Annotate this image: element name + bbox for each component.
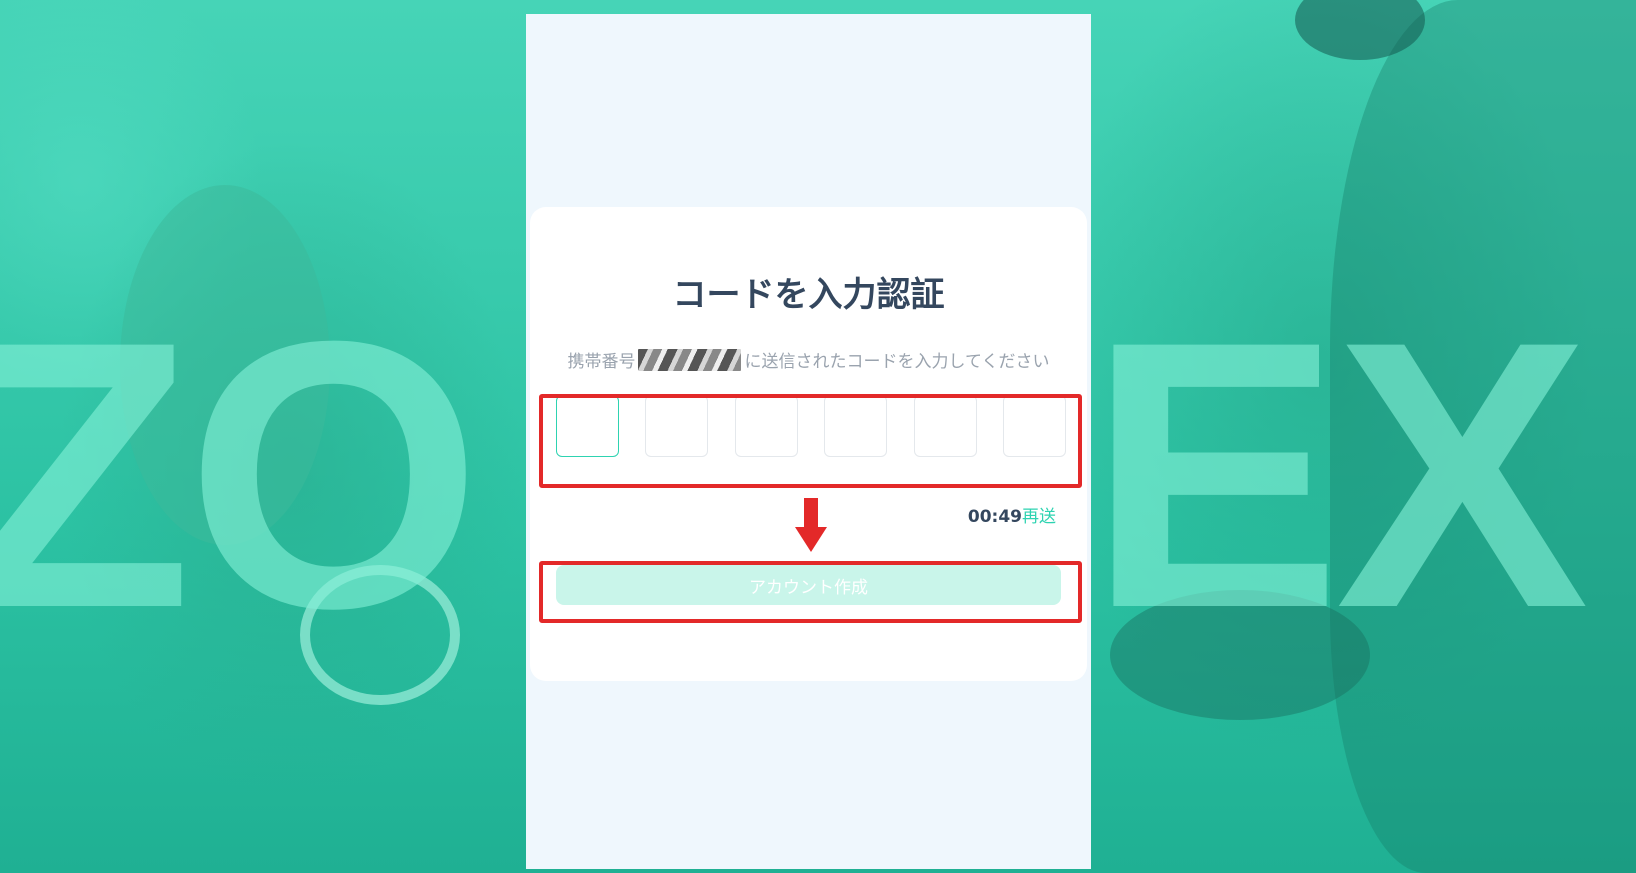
arrow-down-icon bbox=[795, 498, 827, 554]
redacted-phone-number bbox=[637, 348, 741, 371]
background-brand-letters-right: EX bbox=[1088, 262, 1589, 687]
annotation-highlight-create-button bbox=[539, 561, 1082, 623]
countdown-timer: 00:49 bbox=[967, 507, 1022, 527]
instruction-prefix: 携帯番号 bbox=[567, 352, 636, 372]
resend-row: 00:49再送 bbox=[968, 502, 1056, 527]
arrow-shaft bbox=[804, 498, 818, 529]
page-title: コードを入力認証 bbox=[672, 275, 945, 315]
annotation-highlight-code-inputs bbox=[539, 394, 1082, 488]
instruction-text: 携帯番号 に送信されたコードを入力してください bbox=[530, 347, 1087, 372]
background-brand-letters-left: ZO bbox=[0, 262, 482, 687]
arrow-head bbox=[795, 527, 827, 552]
resend-link[interactable]: 再送 bbox=[1022, 507, 1056, 527]
instruction-suffix: に送信されたコードを入力してください bbox=[744, 352, 1050, 372]
